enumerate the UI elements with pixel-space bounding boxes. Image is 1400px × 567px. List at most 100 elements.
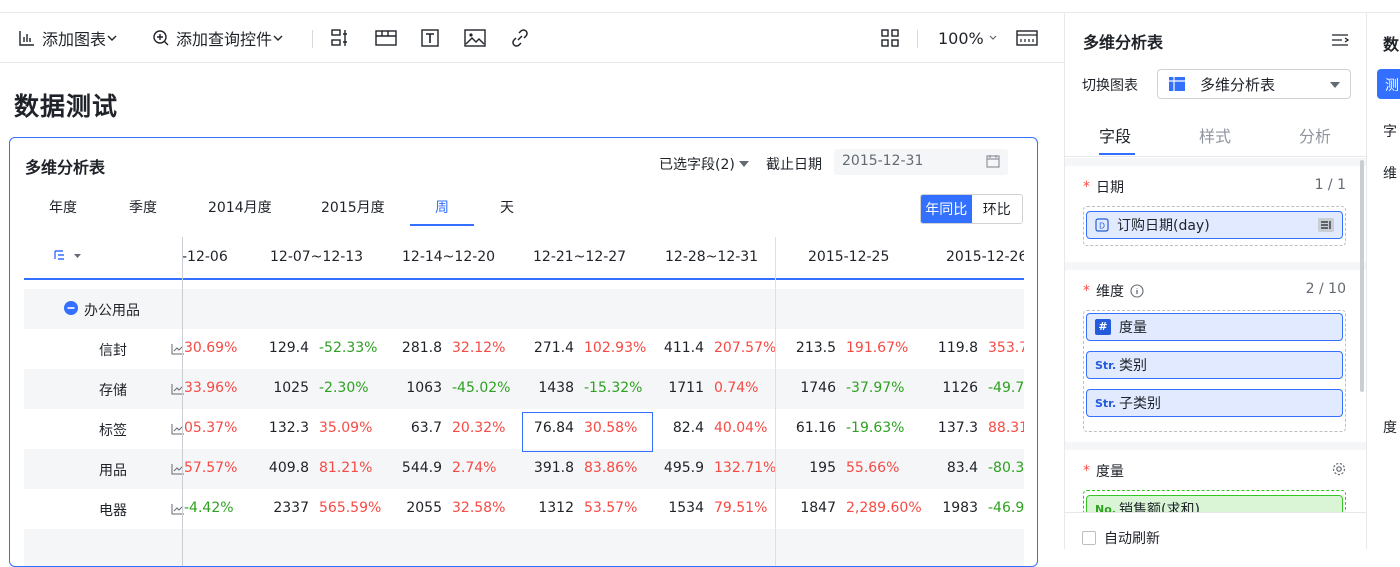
cell-value[interactable]: 61.16 [796,420,836,436]
cell-yoy-percent[interactable]: -80.37 [988,460,1024,476]
filter-layout-button[interactable] [330,26,350,50]
field-menu-icon[interactable] [1318,218,1334,232]
cell-yoy-percent[interactable]: -49.78 [988,380,1024,396]
canvas-settings-button[interactable] [1016,26,1038,50]
cell-value[interactable]: 391.8 [534,460,574,476]
cell-value[interactable]: 213.5 [796,340,836,356]
selected-fields-dropdown[interactable]: 已选字段(2) [659,154,749,174]
cell-yoy-percent[interactable]: 0.74% [714,380,758,396]
auto-refresh-toggle[interactable]: 自动刷新 [1082,528,1160,548]
cell-yoy-percent[interactable]: 55.66% [846,460,899,476]
cell-yoy-percent[interactable]: 81.21% [319,460,372,476]
cell-value[interactable]: 281.8 [402,340,442,356]
cell-yoy-percent[interactable]: -45.02% [452,380,510,396]
measure-drop-zone[interactable]: No. 销售额(求和) [1083,490,1346,512]
cell-yoy-percent[interactable]: 32.58% [452,500,505,516]
cell-yoy-percent[interactable]: 32.12% [452,340,505,356]
layout-grid-button[interactable] [880,26,900,50]
date-drop-zone[interactable]: D 订购日期(day) [1083,206,1346,246]
cell-value[interactable]: 1847 [800,500,836,516]
cell-yoy-percent[interactable]: -19.63% [846,420,904,436]
tab-2015-month[interactable]: 2015月度 [321,197,385,217]
cell-yoy-percent[interactable]: 191.67% [846,340,908,356]
cell-yoy-percent[interactable]: 2,289.60% [846,500,922,516]
cell-value[interactable]: 1438 [538,380,574,396]
chart-type-select[interactable]: 多维分析表 [1157,69,1351,99]
panel-collapse-icon[interactable] [1331,33,1349,49]
cell-yoy-percent[interactable]: 05.37% [184,420,237,436]
cell-value[interactable]: 63.7 [411,420,442,436]
dimension-drop-zone[interactable]: # 度量 Str. 类别 Str. 子类别 [1083,310,1346,432]
tab-container-button[interactable] [375,26,397,50]
cell-yoy-percent[interactable]: 33.96% [184,380,237,396]
zoom-dropdown[interactable]: 100% [938,26,998,50]
auto-refresh-checkbox[interactable] [1082,531,1096,545]
panel-scrollbar[interactable] [1360,160,1364,392]
cell-value[interactable]: 1312 [538,500,574,516]
selected-cell[interactable] [522,412,653,452]
cell-yoy-percent[interactable]: 20.32% [452,420,505,436]
cell-value[interactable]: 1534 [668,500,704,516]
cell-yoy-percent[interactable]: -15.32% [584,380,642,396]
cell-yoy-percent[interactable]: 30.69% [184,340,237,356]
cell-value[interactable]: 271.4 [534,340,574,356]
image-button[interactable] [464,26,486,50]
cell-value[interactable]: 1983 [942,500,978,516]
cell-value[interactable]: 83.4 [947,460,978,476]
cell-value[interactable]: 544.9 [402,460,442,476]
tab-day[interactable]: 天 [500,197,514,217]
mom-button[interactable]: 环比 [972,195,1023,223]
dimension-field-pill[interactable]: Str. 子类别 [1086,389,1343,417]
tab-year[interactable]: 年度 [49,197,77,217]
cell-value[interactable]: 2337 [273,500,309,516]
dimension-field-pill[interactable]: Str. 类别 [1086,351,1343,379]
tab-fields[interactable]: 字段 [1099,123,1131,147]
cell-value[interactable]: 1126 [942,380,978,396]
cell-value[interactable]: 2055 [406,500,442,516]
deadline-date-input[interactable]: 2015-12-31 [834,149,1008,175]
cell-value[interactable]: 119.8 [938,340,978,356]
cell-yoy-percent[interactable]: -46.98 [988,500,1024,516]
cell-value[interactable]: 1025 [273,380,309,396]
cell-yoy-percent[interactable]: 88.31 [988,420,1024,436]
tab-2014-month[interactable]: 2014月度 [208,197,272,217]
measure-field-pill[interactable]: No. 销售额(求和) [1086,495,1343,512]
cell-value[interactable]: 411.4 [664,340,704,356]
cell-value[interactable]: 132.3 [269,420,309,436]
cell-yoy-percent[interactable]: -4.42% [184,500,234,516]
cell-value[interactable]: 409.8 [269,460,309,476]
yoy-button[interactable]: 年同比 [921,195,972,223]
cell-value[interactable]: 82.4 [673,420,704,436]
info-icon[interactable] [1130,284,1144,298]
cell-value[interactable]: 129.4 [269,340,309,356]
cell-value[interactable]: 1063 [406,380,442,396]
secondary-panel-button[interactable]: 测 [1377,69,1400,99]
cell-yoy-percent[interactable]: 102.93% [584,340,646,356]
date-field-pill[interactable]: D 订购日期(day) [1086,211,1343,239]
cell-yoy-percent[interactable]: 35.09% [319,420,372,436]
tab-week[interactable]: 周 [435,197,449,217]
cell-yoy-percent[interactable]: 2.74% [452,460,496,476]
pivot-table-card[interactable]: 多维分析表 已选字段(2) 截止日期 2015-12-31 年度 季度 2014… [9,137,1038,567]
cell-value[interactable]: 137.3 [938,420,978,436]
cell-yoy-percent[interactable]: 565.59% [319,500,381,516]
cell-value[interactable]: 495.9 [664,460,704,476]
link-button[interactable] [510,26,530,50]
cell-yoy-percent[interactable]: 207.57% [714,340,776,356]
cell-yoy-percent[interactable]: 40.04% [714,420,767,436]
cell-value[interactable]: 1746 [800,380,836,396]
cell-yoy-percent[interactable]: 79.51% [714,500,767,516]
dimension-field-pill[interactable]: # 度量 [1086,313,1343,341]
cell-yoy-percent[interactable]: 53.57% [584,500,637,516]
cell-yoy-percent[interactable]: -2.30% [319,380,369,396]
add-chart-button[interactable]: 添加图表 [18,26,118,50]
cell-yoy-percent[interactable]: -37.97% [846,380,904,396]
cell-value[interactable]: 1711 [668,380,704,396]
cell-yoy-percent[interactable]: 353.71 [988,340,1024,356]
add-query-control-button[interactable]: 添加查询控件 [152,26,284,50]
cell-yoy-percent[interactable]: -52.33% [319,340,377,356]
tab-analysis[interactable]: 分析 [1299,123,1331,147]
cell-yoy-percent[interactable]: 57.57% [184,460,237,476]
gear-icon[interactable] [1332,462,1346,476]
cell-value[interactable]: 195 [809,460,836,476]
